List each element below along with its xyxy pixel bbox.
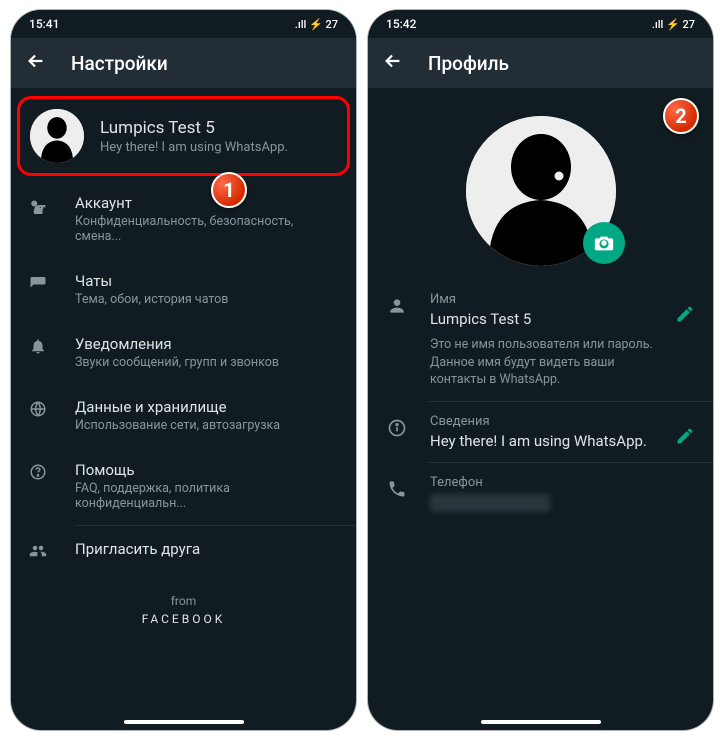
annotation-badge-1: 1 bbox=[211, 172, 247, 208]
bell-icon bbox=[27, 337, 49, 355]
avatar bbox=[30, 109, 84, 163]
setting-label: Уведомления bbox=[75, 335, 279, 353]
status-bar: 15:42 .ıll ⚡ 27 bbox=[368, 10, 713, 38]
setting-desc: Использование сети, автозагрузка bbox=[75, 418, 280, 433]
name-note: Это не имя пользователя или пароль. Данн… bbox=[430, 336, 653, 389]
profile-photo-section bbox=[368, 88, 713, 280]
name-label: Имя bbox=[430, 292, 653, 307]
key-icon bbox=[27, 196, 49, 214]
setting-label: Чаты bbox=[75, 272, 228, 290]
settings-item-key[interactable]: Аккаунт Конфиденциальность, безопасность,… bbox=[11, 180, 356, 258]
settings-item-data[interactable]: Данные и хранилище Использование сети, ав… bbox=[11, 384, 356, 447]
footer-from: from bbox=[11, 594, 356, 608]
status-bar: 15:41 .ıll ⚡ 27 bbox=[11, 10, 356, 38]
back-icon[interactable] bbox=[382, 50, 404, 76]
setting-desc: Тема, обои, история чатов bbox=[75, 292, 228, 307]
chat-icon bbox=[27, 274, 49, 292]
data-icon bbox=[27, 400, 49, 418]
about-label: Сведения bbox=[430, 414, 653, 429]
setting-label: Аккаунт bbox=[75, 194, 340, 212]
help-icon bbox=[27, 463, 49, 481]
info-icon bbox=[386, 418, 408, 438]
profile-name: Lumpics Test 5 bbox=[100, 118, 288, 138]
setting-label: Помощь bbox=[75, 461, 340, 479]
person-icon bbox=[386, 296, 408, 316]
setting-label: Данные и хранилище bbox=[75, 398, 280, 416]
settings-item-chat[interactable]: Чаты Тема, обои, история чатов bbox=[11, 258, 356, 321]
nav-pill bbox=[481, 720, 601, 724]
settings-item-help[interactable]: Помощь FAQ, поддержка, политика конфиденц… bbox=[11, 447, 356, 525]
status-time: 15:41 bbox=[29, 17, 59, 31]
status-indicators: .ıll ⚡ 27 bbox=[295, 18, 338, 31]
footer: from FACEBOOK bbox=[11, 594, 356, 626]
profile-row[interactable]: Lumpics Test 5 Hey there! I am using Wha… bbox=[17, 96, 350, 176]
setting-desc: Конфиденциальность, безопасность, смена.… bbox=[75, 214, 340, 244]
about-field-row[interactable]: Сведения Hey there! I am using WhatsApp. bbox=[368, 402, 713, 462]
setting-desc: Звуки сообщений, групп и звонков bbox=[75, 355, 279, 370]
annotation-badge-2: 2 bbox=[663, 98, 699, 134]
nav-pill bbox=[124, 720, 244, 724]
about-value: Hey there! I am using WhatsApp. bbox=[430, 432, 653, 450]
app-header: Настройки bbox=[11, 38, 356, 88]
profile-status: Hey there! I am using WhatsApp. bbox=[100, 140, 288, 155]
phone-icon bbox=[386, 479, 408, 499]
settings-item-people[interactable]: Пригласить друга bbox=[11, 526, 356, 574]
settings-screen: 15:41 .ıll ⚡ 27 Настройки Lumpics Test bbox=[11, 10, 356, 730]
edit-name-icon[interactable] bbox=[675, 304, 695, 328]
setting-desc: FAQ, поддержка, политика конфиденциальн.… bbox=[75, 481, 340, 511]
header-title: Настройки bbox=[71, 52, 168, 75]
camera-button[interactable] bbox=[583, 222, 625, 264]
app-header: Профиль bbox=[368, 38, 713, 88]
phone-field-row[interactable]: Телефон bbox=[368, 463, 713, 524]
status-time: 15:42 bbox=[386, 17, 416, 31]
edit-about-icon[interactable] bbox=[675, 426, 695, 450]
name-value: Lumpics Test 5 bbox=[430, 310, 653, 328]
name-field-row[interactable]: Имя Lumpics Test 5 Это не имя пользовате… bbox=[368, 280, 713, 401]
setting-label: Пригласить друга bbox=[75, 540, 200, 558]
status-indicators: .ıll ⚡ 27 bbox=[652, 18, 695, 31]
profile-screen: 15:42 .ıll ⚡ 27 Профиль bbox=[368, 10, 713, 730]
people-icon bbox=[27, 542, 49, 560]
settings-item-bell[interactable]: Уведомления Звуки сообщений, групп и звон… bbox=[11, 321, 356, 384]
footer-facebook: FACEBOOK bbox=[11, 612, 356, 626]
back-icon[interactable] bbox=[25, 50, 47, 76]
header-title: Профиль bbox=[428, 52, 509, 75]
phone-value-blurred bbox=[430, 494, 550, 512]
phone-label: Телефон bbox=[430, 475, 695, 490]
